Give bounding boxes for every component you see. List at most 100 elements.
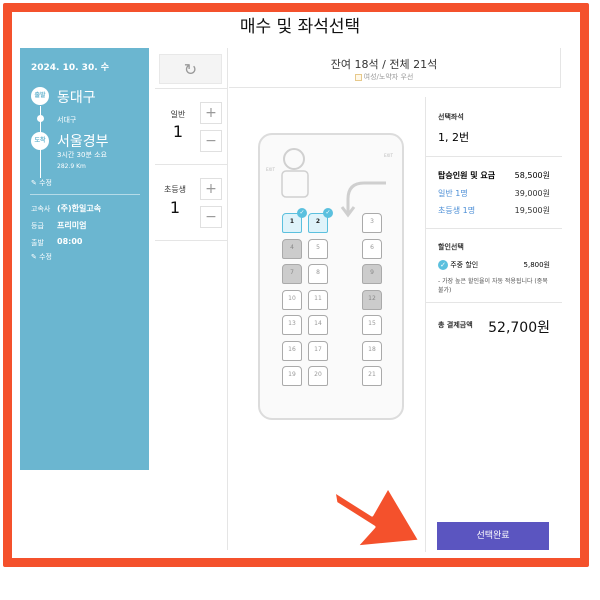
seat-20[interactable]: 20 <box>308 366 328 386</box>
front-exit-label: EXIT <box>266 167 275 172</box>
adult-plus-button[interactable]: + <box>200 102 222 124</box>
time-value: 08:00 <box>57 237 83 246</box>
seat-number: 17 <box>314 345 322 353</box>
edit-bus-link[interactable]: ✎ 수정 <box>31 252 52 262</box>
seat-number: 19 <box>288 371 296 378</box>
seat-17[interactable]: 17 <box>308 340 328 361</box>
seat-1[interactable]: 1 ✓ <box>282 208 307 233</box>
seat-6[interactable]: 6 <box>362 238 382 259</box>
seat-3[interactable]: 3 <box>362 213 382 233</box>
trip-duration: 3시간 30분 소요 <box>57 151 108 159</box>
selected-seats-title: 선택좌석 <box>438 113 464 121</box>
fare-total: 58,500원 <box>514 171 550 180</box>
seat-4: 4 <box>282 238 302 259</box>
pointer-arrow-icon <box>332 485 422 549</box>
seat-number: 1 <box>289 218 295 225</box>
seat-number: 6 <box>370 243 374 251</box>
divider <box>155 88 228 89</box>
adult-fare-row: 일반 1명 39,000원 <box>438 188 550 199</box>
seat-number: 12 <box>368 294 376 302</box>
seat-number: 13 <box>288 320 296 327</box>
seat-number: 18 <box>368 345 376 353</box>
seat-number: 7 <box>290 269 294 276</box>
edit-route-label: 수정 <box>39 179 52 187</box>
child-label: 초등생 <box>163 185 187 194</box>
seat-number: 2 <box>315 218 321 225</box>
seat-number: 8 <box>316 269 320 276</box>
seat-19[interactable]: 19 <box>282 366 302 386</box>
legend-label: 여성/노약자 우선 <box>363 73 414 81</box>
divider <box>426 228 562 229</box>
divider <box>155 164 228 165</box>
adult-count: 1 <box>172 122 184 141</box>
summary-panel: 선택좌석 1, 2번 탑승인원 및 요금 58,500원 일반 1명 39,000원… <box>425 97 562 552</box>
fare-title: 탑승인원 및 요금 <box>438 171 496 180</box>
selected-seats-value: 1, 2번 <box>438 131 470 144</box>
edit-icon: ✎ <box>31 179 37 187</box>
seat-21[interactable]: 21 <box>362 366 382 386</box>
seat-8[interactable]: 8 <box>308 264 328 284</box>
seat-12: 12 <box>362 289 382 310</box>
priority-seat-swatch <box>354 73 362 81</box>
seat-number: 14 <box>314 320 322 327</box>
seat-number: 21 <box>368 371 376 378</box>
bus-decor: EXIT EXIT <box>266 148 393 218</box>
discount-option[interactable]: ✓ 주중 할인 5,800원 <box>438 260 550 270</box>
seat-availability: 잔여 18석 / 전체 21석 <box>330 58 438 71</box>
edit-icon: ✎ <box>31 253 37 261</box>
seat-15[interactable]: 15 <box>362 315 382 335</box>
edit-route-link[interactable]: ✎ 수정 <box>31 178 52 188</box>
adult-label: 일반 <box>170 110 186 119</box>
refresh-button[interactable]: ↻ <box>159 54 222 84</box>
legend: 여성/노약자 우선 <box>229 72 539 82</box>
seat-14[interactable]: 14 <box>308 315 328 335</box>
seat-18[interactable]: 18 <box>362 340 382 361</box>
confirm-button[interactable]: 선택완료 <box>437 522 549 550</box>
seat-5[interactable]: 5 <box>308 238 328 259</box>
seat-16[interactable]: 16 <box>282 340 302 361</box>
depart-city: 동대구 <box>57 90 96 106</box>
via-dot <box>37 115 44 122</box>
depart-badge: 출발 <box>31 87 49 105</box>
check-icon: ✓ <box>297 208 307 218</box>
company-value: (주)한일고속 <box>57 204 102 213</box>
adult-fare-price: 39,000원 <box>514 189 550 198</box>
page-title: 매수 및 좌석선택 <box>239 17 361 37</box>
trip-info-panel: 2024. 10. 30. 수 출발 동대구 서대구 도착 서울경부 3시간 3… <box>20 48 149 470</box>
seat-number: 5 <box>316 243 320 251</box>
grade-value: 프리미엄 <box>57 221 87 230</box>
discount-name: 주중 할인 <box>450 261 479 269</box>
seat-number: 11 <box>314 294 322 302</box>
seat-2[interactable]: 2 ✓ <box>308 208 333 233</box>
child-plus-button[interactable]: + <box>200 178 222 200</box>
seat-13[interactable]: 13 <box>282 315 302 335</box>
divider <box>30 194 140 195</box>
via-city: 서대구 <box>57 116 77 124</box>
divider <box>426 302 562 303</box>
seat-number: 15 <box>368 320 376 327</box>
seat-number: 20 <box>314 371 322 378</box>
adult-fare-label: 일반 1명 <box>438 189 468 198</box>
divider <box>426 156 562 157</box>
refresh-icon: ↻ <box>183 59 198 79</box>
seat-number: 10 <box>288 294 296 302</box>
company-label: 고속사 <box>31 205 51 213</box>
bus-seat-map: EXIT EXIT 1 ✓ 2 ✓ 3 4 5 6 7 8 9 10 11 12 13 14 15 16 17 18 1… <box>258 133 404 420</box>
arrive-city: 서울경부 <box>57 134 109 150</box>
seat-number: 16 <box>288 345 296 353</box>
adult-minus-button[interactable]: − <box>200 130 222 152</box>
seat-10[interactable]: 10 <box>282 289 302 310</box>
trip-distance: 282.9 Km <box>57 163 86 170</box>
child-count: 1 <box>169 198 181 217</box>
check-icon: ✓ <box>323 208 333 218</box>
edit-bus-label: 수정 <box>39 253 52 261</box>
arrive-badge: 도착 <box>31 132 49 150</box>
grade-label: 등급 <box>31 222 44 230</box>
seat-11[interactable]: 11 <box>308 289 328 310</box>
discount-amount: 5,800원 <box>523 261 550 269</box>
trip-date: 2024. 10. 30. 수 <box>31 63 110 73</box>
child-minus-button[interactable]: − <box>200 206 222 228</box>
seat-header: 잔여 18석 / 전체 21석 여성/노약자 우선 <box>229 48 561 88</box>
child-fare-label: 초등생 1명 <box>438 206 476 215</box>
seat-number: 3 <box>370 218 374 225</box>
